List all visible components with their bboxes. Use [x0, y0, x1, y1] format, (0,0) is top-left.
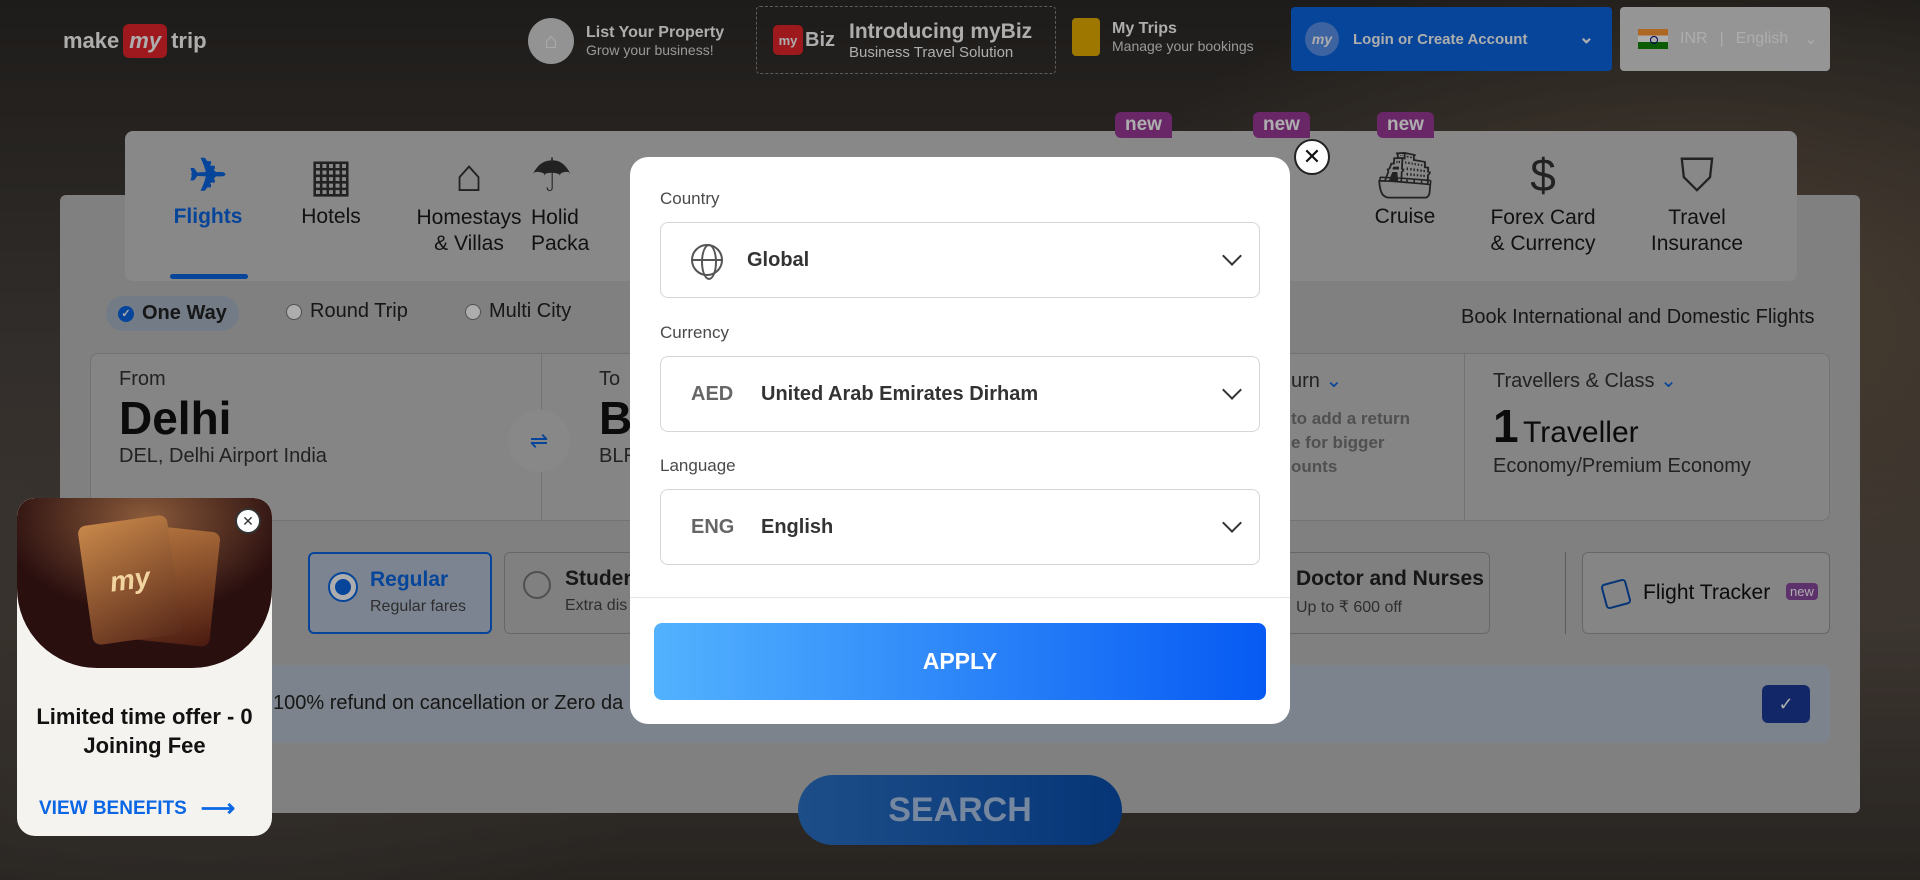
view-benefits-link[interactable]: VIEW BENEFITS ⟶	[39, 794, 235, 823]
close-icon[interactable]: ✕	[1294, 139, 1330, 175]
country-select[interactable]: Global	[660, 222, 1260, 298]
arrow-right-icon: ⟶	[200, 795, 236, 822]
chevron-down-icon	[1222, 246, 1242, 266]
modal-divider	[630, 597, 1290, 598]
promo-offer-text: Limited time offer - 0 Joining Fee	[36, 704, 253, 758]
credit-card-image: my	[77, 514, 183, 646]
currency-value: United Arab Emirates Dirham	[761, 382, 1039, 405]
promo-popup: my ✕ Limited time offer - 0 Joining Fee …	[17, 498, 272, 836]
language-code: ENG	[691, 515, 735, 538]
locale-modal: Country Global Currency AED United Arab …	[630, 157, 1290, 724]
chevron-down-icon	[1222, 513, 1242, 533]
currency-label: Currency	[660, 323, 729, 342]
chevron-down-icon	[1222, 380, 1242, 400]
country-label: Country	[660, 189, 720, 208]
language-select[interactable]: ENG English	[660, 489, 1260, 565]
language-label: Language	[660, 456, 736, 475]
close-icon[interactable]: ✕	[235, 508, 261, 534]
country-value: Global	[747, 248, 810, 271]
currency-select[interactable]: AED United Arab Emirates Dirham	[660, 356, 1260, 432]
globe-icon	[691, 244, 723, 280]
currency-code: AED	[691, 382, 734, 405]
language-value: English	[761, 515, 834, 538]
apply-button[interactable]: APPLY	[654, 623, 1266, 700]
